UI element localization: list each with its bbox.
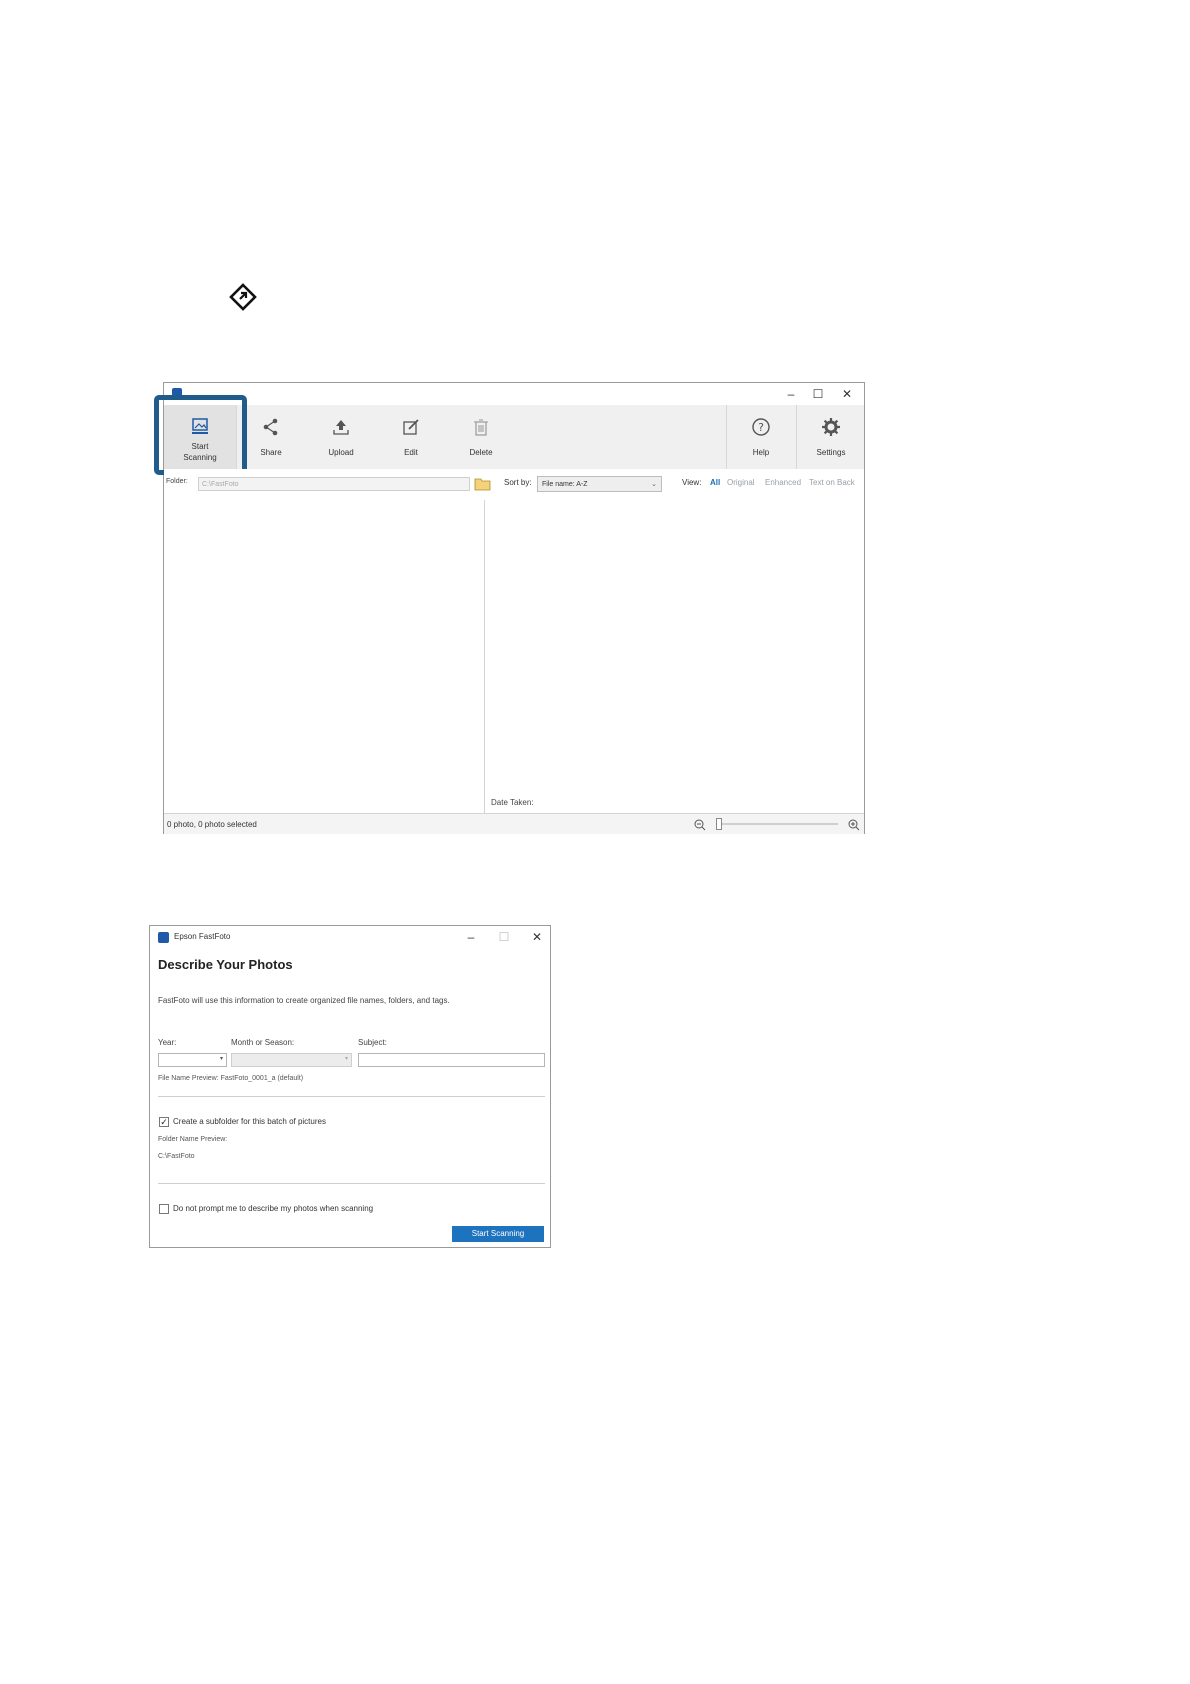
do-not-prompt-checkbox[interactable] bbox=[159, 1204, 169, 1214]
folder-name-preview-value: C:\FastFoto bbox=[158, 1153, 195, 1160]
subfolder-checkbox[interactable]: ✓ bbox=[159, 1117, 169, 1127]
zoom-out-icon[interactable] bbox=[694, 818, 706, 831]
subject-label: Subject: bbox=[358, 1038, 387, 1047]
scanner-start-icon bbox=[228, 282, 258, 312]
dialog-heading: Describe Your Photos bbox=[158, 957, 293, 972]
folder-name-preview-label: Folder Name Preview: bbox=[158, 1136, 228, 1143]
edit-icon bbox=[403, 419, 419, 435]
dialog-app-title: Epson FastFoto bbox=[174, 932, 231, 941]
close-button[interactable]: ✕ bbox=[527, 929, 547, 945]
file-name-preview: File Name Preview: FastFoto_0001_a (defa… bbox=[158, 1075, 304, 1082]
trash-icon bbox=[474, 419, 488, 436]
folder-label: Folder: bbox=[166, 478, 188, 485]
start-scanning-highlight bbox=[154, 395, 247, 475]
zoom-in-icon[interactable] bbox=[848, 818, 860, 831]
filter-bar: Folder: C:\FastFoto Sort by: File name: … bbox=[164, 469, 864, 495]
dialog-description: FastFoto will use this information to cr… bbox=[158, 996, 450, 1005]
start-scanning-button[interactable]: Start Scanning bbox=[452, 1226, 544, 1242]
view-text-on-back-option[interactable]: Text on Back bbox=[809, 478, 855, 487]
do-not-prompt-label: Do not prompt me to describe my photos w… bbox=[173, 1204, 374, 1213]
settings-label: Settings bbox=[816, 448, 846, 457]
date-taken-label: Date Taken: bbox=[491, 798, 534, 807]
close-button[interactable]: ✕ bbox=[837, 386, 857, 402]
sort-by-select[interactable]: File name: A-Z ⌄ bbox=[537, 476, 662, 492]
zoom-slider-thumb[interactable] bbox=[716, 818, 722, 830]
edit-button[interactable]: Edit bbox=[376, 405, 446, 469]
help-button[interactable]: ? Help bbox=[726, 405, 796, 469]
view-enhanced-option[interactable]: Enhanced bbox=[765, 478, 801, 487]
upload-icon bbox=[333, 420, 349, 435]
divider bbox=[158, 1096, 545, 1097]
svg-text:?: ? bbox=[758, 421, 764, 434]
divider bbox=[158, 1183, 545, 1184]
maximize-button: ☐ bbox=[498, 930, 510, 944]
year-select[interactable]: ▾ bbox=[158, 1053, 227, 1067]
month-season-label: Month or Season: bbox=[231, 1038, 295, 1047]
preview-pane: Date Taken: bbox=[485, 500, 864, 813]
delete-button[interactable]: Delete bbox=[446, 405, 516, 469]
view-original-option[interactable]: Original bbox=[727, 478, 755, 487]
share-icon bbox=[263, 418, 278, 436]
edit-label: Edit bbox=[404, 448, 418, 457]
thumbnail-pane[interactable] bbox=[164, 500, 485, 813]
folder-browse-icon[interactable] bbox=[474, 476, 492, 492]
help-icon: ? bbox=[752, 418, 770, 436]
sort-by-label: Sort by: bbox=[504, 478, 532, 487]
chevron-down-icon: ▾ bbox=[344, 1056, 348, 1062]
view-label: View: bbox=[682, 478, 702, 487]
describe-photos-dialog: Epson FastFoto – ☐ ✕ Describe Your Photo… bbox=[149, 925, 551, 1248]
zoom-slider-track[interactable] bbox=[718, 823, 838, 825]
view-all-option[interactable]: All bbox=[710, 478, 720, 487]
subject-input[interactable] bbox=[358, 1053, 545, 1067]
app-icon bbox=[158, 932, 169, 943]
status-text: 0 photo, 0 photo selected bbox=[167, 820, 257, 829]
gear-icon bbox=[822, 418, 840, 436]
chevron-down-icon: ▾ bbox=[219, 1056, 223, 1062]
minimize-button[interactable]: – bbox=[461, 929, 481, 945]
toolbar: Start Scanning Share Upload Edit Delete … bbox=[164, 405, 864, 470]
sort-by-value: File name: A-Z bbox=[542, 481, 588, 488]
settings-button[interactable]: Settings bbox=[796, 405, 866, 469]
fastfoto-main-window: – ☐ ✕ Start Scanning Share Upload Edit D… bbox=[154, 382, 865, 834]
maximize-button[interactable]: ☐ bbox=[808, 386, 828, 402]
help-label: Help bbox=[752, 448, 770, 457]
delete-label: Delete bbox=[469, 448, 493, 457]
chevron-down-icon: ⌄ bbox=[651, 481, 657, 488]
minimize-button[interactable]: – bbox=[781, 386, 801, 402]
upload-button[interactable]: Upload bbox=[306, 405, 376, 469]
month-season-select: ▾ bbox=[231, 1053, 352, 1067]
year-label: Year: bbox=[158, 1038, 177, 1047]
folder-path-input[interactable]: C:\FastFoto bbox=[198, 477, 470, 491]
status-bar: 0 photo, 0 photo selected bbox=[164, 813, 864, 834]
subfolder-label: Create a subfolder for this batch of pic… bbox=[173, 1117, 326, 1126]
title-bar: – ☐ ✕ bbox=[164, 383, 864, 405]
upload-label: Upload bbox=[328, 448, 354, 457]
